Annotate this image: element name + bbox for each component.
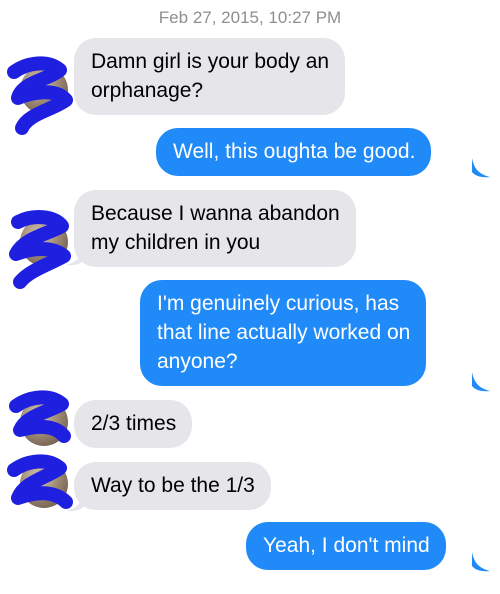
message-line: Because I wanna abandon [91,202,340,225]
bubble-tail [472,372,490,392]
message-line: I'm genuinely curious, has [157,292,400,315]
message-bubble-incoming[interactable]: Damn girl is your body an orphanage? [74,38,346,115]
message-line: my children in you [91,231,261,254]
message-bubble-incoming[interactable]: Way to be the 1/3 [74,462,271,510]
bubble-tail [66,246,84,266]
message-line: orphanage? [91,79,204,102]
conversation-timestamp: Feb 27, 2015, 10:27 PM [158,8,342,27]
message-bubble-incoming[interactable]: 2/3 times [74,400,193,448]
bubble-tail [472,158,490,178]
bubble-tail [66,492,84,512]
bubble-tail [472,552,490,572]
message-line: that line actually worked on [157,321,411,344]
message-bubble-outgoing[interactable]: Well, this oughta be good. [156,128,432,176]
message-line: 2/3 times [91,412,177,435]
message-bubble-incoming[interactable]: Because I wanna abandon my children in y… [74,190,356,267]
contact-avatar[interactable] [9,210,71,289]
contact-avatar[interactable] [7,454,73,509]
message-line: Well, this oughta be good. [173,140,416,163]
message-bubble-outgoing[interactable]: Yeah, I don't mind [246,522,446,570]
message-line: Yeah, I don't mind [263,534,430,557]
contact-avatar[interactable] [7,56,73,135]
message-line: anyone? [157,350,238,373]
contact-avatar[interactable] [9,390,71,446]
message-bubble-outgoing[interactable]: I'm genuinely curious, has that line act… [140,280,427,386]
message-line: Way to be the 1/3 [91,474,255,497]
message-line: Damn girl is your body an [91,50,330,73]
